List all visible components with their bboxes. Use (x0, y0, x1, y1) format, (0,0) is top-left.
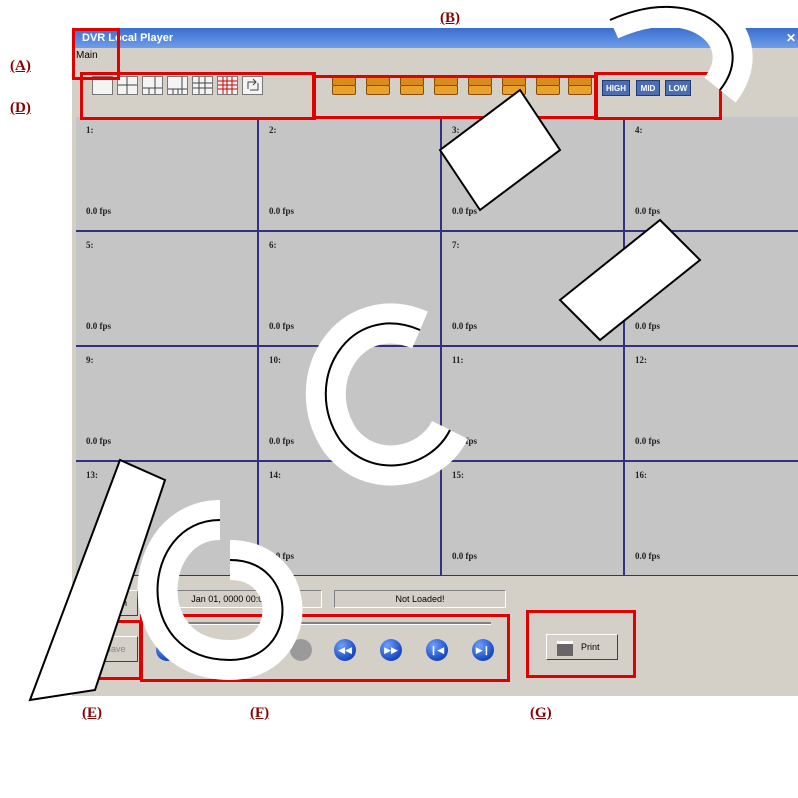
label-c: (C) (638, 10, 659, 26)
channel-cell[interactable]: 4: 0.0 fps (625, 117, 798, 232)
label-e: (E) (82, 705, 102, 721)
open-button[interactable]: Open (82, 590, 138, 616)
close-icon[interactable]: ✕ (786, 28, 796, 48)
channel-fps: 0.0 fps (452, 206, 478, 216)
channel-number: 6: (269, 240, 277, 250)
folder-icon (87, 596, 103, 609)
menu-bar: Main (72, 48, 798, 64)
status-field: Not Loaded! (334, 590, 506, 608)
label-a: (A) (10, 58, 31, 74)
channel-cell[interactable]: 2: 0.0 fps (259, 117, 442, 232)
channel-cell[interactable]: 6: 0.0 fps (259, 232, 442, 347)
channel-number: 11: (452, 355, 464, 365)
channel-fps: 0.0 fps (86, 436, 112, 446)
label-f: (F) (250, 705, 270, 721)
box-c (594, 72, 722, 120)
channel-fps: 0.0 fps (86, 551, 112, 561)
channel-cell[interactable]: 12: 0.0 fps (625, 347, 798, 462)
channel-cell[interactable]: 5: 0.0 fps (76, 232, 259, 347)
channel-number: 15: (452, 470, 464, 480)
video-grid: 1: 0.0 fps 2: 0.0 fps 3: 0.0 fps 4: 0.0 fps 5: 0.… (76, 117, 798, 577)
channel-cell[interactable]: 11: 0.0 fps (442, 347, 625, 462)
channel-number: 7: (452, 240, 460, 250)
channel-fps: 0.0 fps (452, 551, 478, 561)
timestamp-field: Jan 01, 0000 00:00:00 (150, 590, 322, 608)
channel-number: 9: (86, 355, 94, 365)
box-g (526, 610, 636, 678)
channel-number: 1: (86, 125, 94, 135)
label-g: (G) (530, 705, 552, 721)
label-b: (B) (440, 10, 460, 26)
channel-cell[interactable]: 3: 0.0 fps (442, 117, 625, 232)
channel-fps: 0.0 fps (452, 321, 478, 331)
channel-number: 10: (269, 355, 281, 365)
channel-number: 2: (269, 125, 277, 135)
open-label: Open (105, 598, 128, 608)
channel-cell[interactable]: 8: 0.0 fps (625, 232, 798, 347)
channel-fps: 0.0 fps (635, 551, 661, 561)
channel-fps: 0.0 fps (269, 551, 295, 561)
channel-number: 14: (269, 470, 281, 480)
channel-cell[interactable]: 15: 0.0 fps (442, 462, 625, 577)
channel-number: 3: (452, 125, 460, 135)
channel-cell[interactable]: 9: 0.0 fps (76, 347, 259, 462)
channel-number: 4: (635, 125, 643, 135)
channel-fps: 0.0 fps (635, 206, 661, 216)
channel-number: 13: (86, 470, 98, 480)
channel-fps: 0.0 fps (269, 436, 295, 446)
box-e (72, 620, 142, 680)
channel-cell[interactable]: 1: 0.0 fps (76, 117, 259, 232)
channel-cell[interactable]: 13: 0.0 fps (76, 462, 259, 577)
channel-number: 12: (635, 355, 647, 365)
box-d (80, 72, 316, 120)
channel-fps: 0.0 fps (635, 436, 661, 446)
channel-cell[interactable]: 14: 0.0 fps (259, 462, 442, 577)
label-d: (D) (10, 100, 31, 116)
channel-fps: 0.0 fps (86, 321, 112, 331)
channel-cell[interactable]: 10: 0.0 fps (259, 347, 442, 462)
channel-number: 5: (86, 240, 94, 250)
channel-number: 16: (635, 470, 647, 480)
title-bar: DVR Local Player ✕ (72, 28, 798, 48)
channel-number: 8: (635, 240, 643, 250)
channel-fps: 0.0 fps (269, 206, 295, 216)
box-b (312, 75, 598, 119)
channel-fps: 0.0 fps (86, 206, 112, 216)
channel-fps: 0.0 fps (452, 436, 478, 446)
box-f (140, 614, 510, 682)
channel-fps: 0.0 fps (269, 321, 295, 331)
channel-cell[interactable]: 16: 0.0 fps (625, 462, 798, 577)
channel-cell[interactable]: 7: 0.0 fps (442, 232, 625, 347)
channel-fps: 0.0 fps (635, 321, 661, 331)
